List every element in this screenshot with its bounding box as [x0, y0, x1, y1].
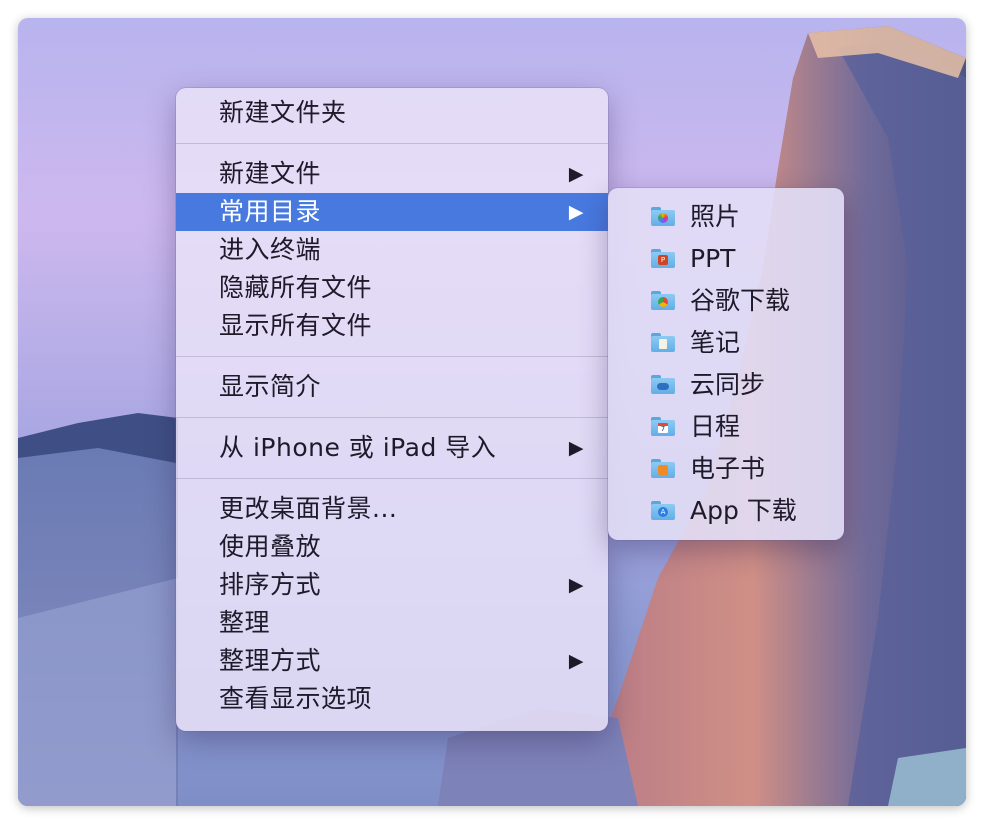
submenu-arrow-icon: ▶ — [568, 650, 584, 672]
cloud-folder-icon — [651, 375, 675, 394]
menu-item-sort-by[interactable]: 排序方式 ▶ — [176, 566, 608, 604]
submenu-item-label: App 下载 — [690, 496, 797, 525]
context-menu: 新建文件夹 新建文件 ▶ 常用目录 ▶ 进入终端 隐藏所有文件 显示所有文件 显… — [176, 88, 608, 731]
submenu-item-chrome-downloads[interactable]: 谷歌下载 — [608, 280, 844, 322]
books-folder-icon — [651, 459, 675, 478]
menu-item-new-folder[interactable]: 新建文件夹 — [176, 94, 608, 132]
submenu-arrow-icon: ▶ — [568, 574, 584, 596]
menu-item-clean-up[interactable]: 整理 — [176, 604, 608, 642]
submenu-arrow-icon: ▶ — [568, 163, 584, 185]
submenu-item-schedule[interactable]: 7 日程 — [608, 406, 844, 448]
menu-item-common-directories[interactable]: 常用目录 ▶ — [176, 193, 608, 231]
submenu-item-label: 谷歌下载 — [690, 286, 791, 315]
submenu-arrow-icon: ▶ — [568, 201, 584, 223]
menu-item-show-view-options[interactable]: 查看显示选项 — [176, 680, 608, 718]
submenu-item-label: 照片 — [690, 202, 741, 231]
submenu-item-label: PPT — [690, 244, 736, 273]
menu-item-label: 新建文件 — [219, 159, 322, 188]
submenu-item-app-downloads[interactable]: A App 下载 — [608, 490, 844, 532]
menu-separator — [176, 478, 608, 479]
submenu-item-label: 日程 — [690, 412, 741, 441]
appstore-folder-icon: A — [651, 501, 675, 520]
submenu-item-label: 笔记 — [690, 328, 741, 357]
menu-item-label: 从 iPhone 或 iPad 导入 — [219, 433, 497, 462]
menu-item-show-all-files[interactable]: 显示所有文件 — [176, 307, 608, 345]
submenu-item-ebooks[interactable]: 电子书 — [608, 448, 844, 490]
submenu-item-notes[interactable]: 笔记 — [608, 322, 844, 364]
submenu-item-ppt[interactable]: P PPT — [608, 238, 844, 280]
submenu-item-label: 电子书 — [690, 454, 766, 483]
menu-item-label: 常用目录 — [219, 197, 322, 226]
menu-item-open-terminal[interactable]: 进入终端 — [176, 231, 608, 269]
common-directories-submenu: 照片 P PPT 谷歌下载 笔记 云同步 7 日程 电子书 A App 下载 — [608, 188, 844, 540]
menu-item-label: 排序方式 — [219, 570, 322, 599]
menu-item-use-stacks[interactable]: 使用叠放 — [176, 528, 608, 566]
menu-item-hide-all-files[interactable]: 隐藏所有文件 — [176, 269, 608, 307]
submenu-arrow-icon: ▶ — [568, 437, 584, 459]
powerpoint-folder-icon: P — [651, 249, 675, 268]
chrome-folder-icon — [651, 291, 675, 310]
photos-folder-icon — [651, 207, 675, 226]
menu-item-new-file[interactable]: 新建文件 ▶ — [176, 155, 608, 193]
menu-separator — [176, 356, 608, 357]
menu-item-clean-up-by[interactable]: 整理方式 ▶ — [176, 642, 608, 680]
menu-separator — [176, 417, 608, 418]
menu-item-change-wallpaper[interactable]: 更改桌面背景... — [176, 490, 608, 528]
menu-item-label: 整理方式 — [219, 646, 322, 675]
calendar-folder-icon: 7 — [651, 417, 675, 436]
menu-item-get-info[interactable]: 显示简介 — [176, 368, 608, 406]
menu-item-import-from-iphone[interactable]: 从 iPhone 或 iPad 导入 ▶ — [176, 429, 608, 467]
menu-separator — [176, 143, 608, 144]
notes-folder-icon — [651, 333, 675, 352]
submenu-item-photos[interactable]: 照片 — [608, 196, 844, 238]
submenu-item-label: 云同步 — [690, 370, 766, 399]
submenu-item-cloud-sync[interactable]: 云同步 — [608, 364, 844, 406]
